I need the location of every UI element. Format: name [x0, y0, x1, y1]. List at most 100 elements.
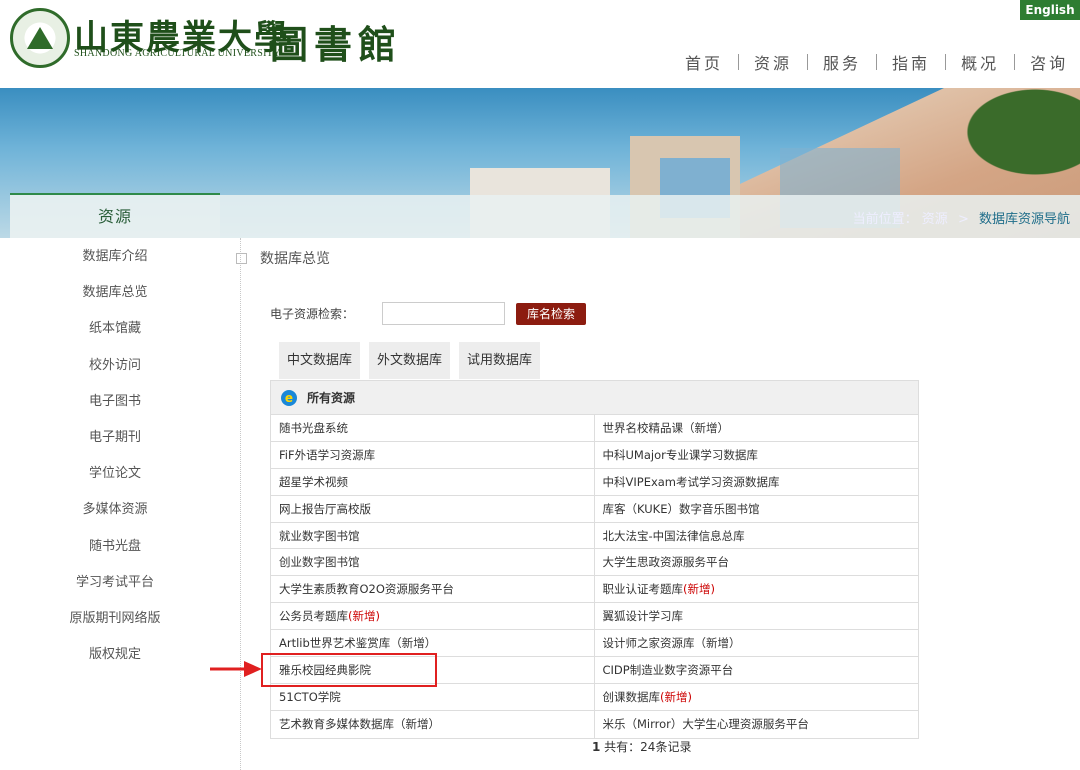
sidebar-item-theses[interactable]: 学位论文 — [0, 455, 230, 491]
sidebar-item-copyright[interactable]: 版权规定 — [0, 636, 230, 672]
banner-tree — [930, 88, 1080, 198]
divider — [240, 238, 241, 770]
sidebar-item-db-intro[interactable]: 数据库介绍 — [0, 238, 230, 274]
resource-link[interactable]: 就业数字图书馆 — [271, 522, 595, 549]
resource-name: 超星学术视频 — [279, 474, 348, 489]
ie-icon: e — [281, 389, 297, 406]
site-header: 山東農業大學 SHANDONG AGRICULTURAL UNIVERSITY … — [0, 0, 1080, 88]
sidebar-item-cd[interactable]: 随书光盘 — [0, 528, 230, 564]
sidebar-item-print-collection[interactable]: 纸本馆藏 — [0, 310, 230, 346]
sidebar-item-exam-platform[interactable]: 学习考试平台 — [0, 564, 230, 600]
table-row: 随书光盘系统 世界名校精品课（新增） — [271, 415, 918, 442]
tab-foreign-db[interactable]: 外文数据库 — [369, 342, 451, 379]
nav-overview[interactable]: 概况 — [946, 50, 1014, 74]
resource-link[interactable]: 北大法宝-中国法律信息总库 — [595, 523, 919, 549]
resource-link[interactable]: 设计师之家资源库（新增） — [595, 630, 919, 656]
sidebar-item-ebooks[interactable]: 电子图书 — [0, 383, 230, 419]
sidebar-item-offcampus[interactable]: 校外访问 — [0, 347, 230, 383]
page-title: 数据库总览 — [236, 248, 330, 268]
resource-name: 翼狐设计学习库 — [602, 609, 684, 624]
resource-name: 大学生思政资源服务平台 — [602, 555, 730, 570]
resource-link[interactable]: 大学生思政资源服务平台 — [595, 549, 919, 575]
resource-link[interactable]: FiF外语学习资源库 — [271, 441, 595, 468]
table-row: 公务员考题库(新增) 翼狐设计学习库 — [271, 603, 919, 631]
resource-name: 世界名校精品课（新增） — [602, 421, 730, 435]
table-header-label: 所有资源 — [307, 391, 356, 405]
resource-link[interactable]: 中科VIPExam考试学习资源数据库 — [595, 469, 919, 495]
english-button[interactable]: English — [1020, 0, 1080, 20]
logo-library[interactable]: 圖書館 — [270, 14, 402, 69]
record-count: 1 共有：24条记录 — [592, 738, 691, 755]
resource-name: 大学生素质教育O2O资源服务平台 — [279, 582, 454, 597]
search-bar: 电子资源检索： 库名检索 — [270, 302, 587, 325]
resource-link[interactable]: CIDP制造业数字资源平台 — [595, 657, 919, 683]
sidebar-item-db-overview[interactable]: 数据库总览 — [0, 274, 230, 310]
table-row: 大学生素质教育O2O资源服务平台 职业认证考题库(新增) — [271, 576, 919, 604]
breadcrumb-sep: > — [957, 212, 969, 227]
resource-link[interactable]: 米乐（Mirror）大学生心理资源服务平台 — [595, 711, 919, 738]
new-badge: (新增) — [683, 582, 715, 597]
resource-name: 创课数据库 — [602, 689, 661, 704]
resource-name: CIDP制造业数字资源平台 — [602, 663, 734, 678]
resource-link[interactable]: 超星学术视频 — [271, 468, 595, 495]
highlight-box — [261, 653, 437, 687]
new-badge: (新增) — [660, 689, 692, 704]
section-title: 资源 — [97, 207, 132, 226]
resource-name: 库客（KUKE）数字音乐图书馆 — [602, 501, 760, 516]
search-input[interactable] — [382, 302, 506, 325]
table-row: 网上报告厅高校版 库客（KUKE）数字音乐图书馆 — [271, 495, 919, 523]
resource-name: 51CTO学院 — [279, 689, 341, 704]
resource-name: 网上报告厅高校版 — [279, 501, 371, 516]
nav-resources[interactable]: 资源 — [739, 50, 807, 74]
section-tab: 资源 — [10, 193, 220, 238]
nav-services[interactable]: 服务 — [808, 50, 876, 74]
university-emblem-icon[interactable] — [10, 8, 70, 68]
resource-link[interactable]: 随书光盘系统 — [271, 415, 595, 441]
breadcrumb-current[interactable]: 数据库资源导航 — [979, 212, 1070, 227]
resource-name: 中科VIPExam考试学习资源数据库 — [602, 474, 780, 489]
table-row: 就业数字图书馆 北大法宝-中国法律信息总库 — [271, 522, 919, 550]
pager-text: 共有：24条记录 — [600, 740, 692, 754]
table-row: 超星学术视频 中科VIPExam考试学习资源数据库 — [271, 468, 919, 496]
square-icon — [236, 252, 247, 264]
resource-name: 就业数字图书馆 — [279, 528, 360, 543]
sidebar-item-journals-online[interactable]: 原版期刊网络版 — [0, 600, 230, 636]
resource-link[interactable]: 翼狐设计学习库 — [595, 603, 919, 629]
resource-link[interactable]: 大学生素质教育O2O资源服务平台 — [271, 576, 595, 603]
breadcrumb-parent[interactable]: 资源 — [922, 212, 948, 227]
nav-consult[interactable]: 咨询 — [1015, 50, 1080, 74]
resource-link[interactable]: 51CTO学院 — [271, 683, 595, 710]
resource-name: 中科UMajor专业课学习数据库 — [602, 447, 758, 462]
resource-link[interactable]: 创业数字图书馆 — [271, 549, 595, 576]
sidebar-item-ejournals[interactable]: 电子期刊 — [0, 419, 230, 455]
page-title-text: 数据库总览 — [260, 251, 330, 267]
nav-home[interactable]: 首页 — [670, 50, 738, 74]
resource-link[interactable]: 职业认证考题库(新增) — [595, 576, 919, 602]
resource-link[interactable]: 公务员考题库(新增) — [271, 603, 595, 630]
resource-name: Artlib世界艺术鉴赏库（新增） — [279, 636, 437, 651]
resource-name: 创业数字图书馆 — [279, 555, 360, 570]
table-row: 51CTO学院 创课数据库(新增) — [271, 683, 919, 711]
tab-chinese-db[interactable]: 中文数据库 — [279, 342, 361, 379]
search-label: 电子资源检索： — [270, 307, 355, 321]
search-button[interactable]: 库名检索 — [516, 302, 587, 325]
resource-name: 职业认证考题库 — [602, 582, 684, 597]
resource-link[interactable]: 库客（KUKE）数字音乐图书馆 — [595, 496, 919, 522]
breadcrumb: 当前位置： 资源 > 数据库资源导航 — [220, 195, 1080, 238]
nav-guide[interactable]: 指南 — [877, 50, 945, 74]
resource-name: 艺术教育多媒体数据库（新增） — [279, 716, 440, 731]
resource-link[interactable]: 中科UMajor专业课学习数据库 — [595, 442, 919, 468]
resource-link[interactable]: 艺术教育多媒体数据库（新增） — [271, 710, 595, 738]
resource-name: 公务员考题库 — [279, 609, 348, 624]
logo-university-name-en: SHANDONG AGRICULTURAL UNIVERSITY — [74, 48, 281, 59]
table-row: 艺术教育多媒体数据库（新增） 米乐（Mirror）大学生心理资源服务平台 — [271, 710, 919, 738]
resource-link[interactable]: 网上报告厅高校版 — [271, 495, 595, 522]
resource-name: FiF外语学习资源库 — [279, 447, 376, 462]
resource-name: 北大法宝-中国法律信息总库 — [602, 528, 745, 543]
sidebar-item-multimedia[interactable]: 多媒体资源 — [0, 491, 230, 527]
table-row: FiF外语学习资源库 中科UMajor专业课学习数据库 — [271, 441, 919, 469]
tab-trial-db[interactable]: 试用数据库 — [459, 342, 541, 379]
resource-link[interactable]: 创课数据库(新增) — [595, 684, 919, 710]
resource-link[interactable]: 世界名校精品课（新增） — [595, 415, 919, 441]
table-header: e 所有资源 — [271, 381, 918, 415]
